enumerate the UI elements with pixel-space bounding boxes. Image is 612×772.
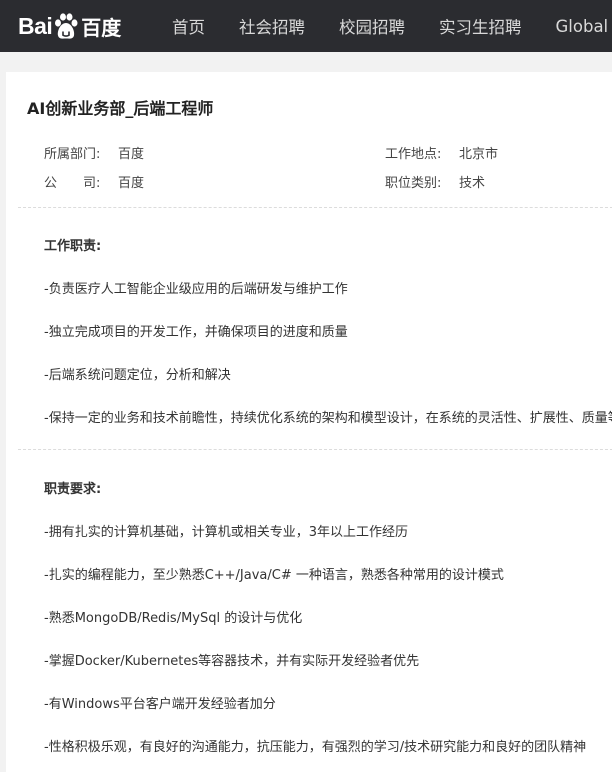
meta-label: 所属部门: <box>44 143 118 162</box>
nav-item-campus-recruitment[interactable]: 校园招聘 <box>339 14 405 38</box>
responsibility-item: -保持一定的业务和技术前瞻性，持续优化系统的架构和模型设计，在系统的灵活性、扩展… <box>44 407 612 426</box>
nav-item-intern-recruitment[interactable]: 实习生招聘 <box>439 14 522 38</box>
meta-value: 百度 <box>118 147 144 162</box>
requirements-heading: 职责要求: <box>44 478 101 497</box>
logo-text-cn: 百度 <box>81 12 121 41</box>
meta-label: 职位类别: <box>385 172 459 191</box>
requirement-item: -拥有扎实的计算机基础，计算机或相关专业，3年以上工作经历 <box>44 521 408 540</box>
divider <box>18 449 612 450</box>
meta-value: 技术 <box>459 176 485 191</box>
meta-label: 工作地点: <box>385 143 459 162</box>
logo-text-latin: Bai <box>18 13 52 40</box>
requirement-item: -扎实的编程能力，至少熟悉C++/Java/C# 一种语言，熟悉各种常用的设计模… <box>44 564 504 583</box>
meta-value: 百度 <box>118 176 144 191</box>
meta-label: 公 司: <box>44 172 118 191</box>
meta-value: 北京市 <box>459 147 498 162</box>
nav-item-social-recruitment[interactable]: 社会招聘 <box>239 14 305 38</box>
job-detail-card: AI创新业务部_后端工程师 所属部门:百度 工作地点:北京市 公 司:百度 职位… <box>6 72 612 772</box>
top-navigation-bar: Bai 百度 首页 社会招聘 校园招聘 实习生招聘 Global T <box>0 0 612 52</box>
requirement-item: -性格积极乐观，有良好的沟通能力，抗压能力，有强烈的学习/技术研究能力和良好的团… <box>44 736 586 755</box>
responsibilities-heading: 工作职责: <box>44 235 101 254</box>
baidu-logo[interactable]: Bai 百度 <box>18 6 121 46</box>
job-title: AI创新业务部_后端工程师 <box>27 95 213 119</box>
responsibility-item: -负责医疗人工智能企业级应用的后端研发与维护工作 <box>44 278 348 297</box>
meta-category: 职位类别:技术 <box>385 172 485 191</box>
requirement-item: -掌握Docker/Kubernetes等容器技术，并有实际开发经验者优先 <box>44 650 419 669</box>
responsibility-item: -独立完成项目的开发工作，并确保项目的进度和质量 <box>44 321 348 340</box>
divider <box>18 207 612 208</box>
main-nav: 首页 社会招聘 校园招聘 实习生招聘 Global T <box>155 0 612 52</box>
paw-icon <box>53 12 79 40</box>
meta-company: 公 司:百度 <box>44 172 144 191</box>
requirement-item: -有Windows平台客户端开发经验者加分 <box>44 693 276 712</box>
meta-department: 所属部门:百度 <box>44 143 144 162</box>
meta-location: 工作地点:北京市 <box>385 143 498 162</box>
nav-item-home[interactable]: 首页 <box>172 14 205 38</box>
nav-item-global[interactable]: Global T <box>556 17 612 36</box>
requirement-item: -熟悉MongoDB/Redis/MySql 的设计与优化 <box>44 607 302 626</box>
responsibility-item: -后端系统问题定位，分析和解决 <box>44 364 231 383</box>
